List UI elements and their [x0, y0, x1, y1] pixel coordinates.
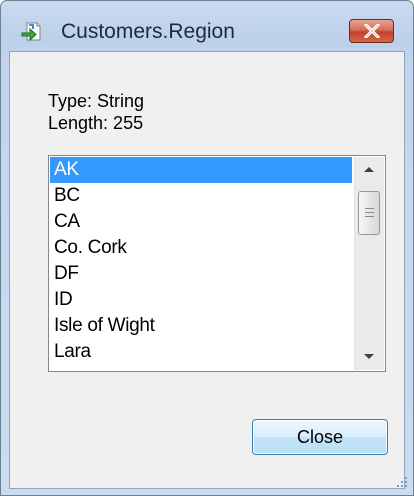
list-item[interactable]: Co. Cork — [50, 235, 352, 261]
close-x-icon — [364, 24, 380, 38]
list-item[interactable]: DF — [50, 261, 352, 287]
list-item[interactable]: CA — [50, 209, 352, 235]
list-items: AK BC CA Co. Cork DF ID Isle of Wight La… — [50, 157, 352, 365]
window-close-button[interactable] — [349, 19, 394, 43]
close-button[interactable]: Close — [252, 419, 388, 455]
list-item[interactable]: BC — [50, 183, 352, 209]
arrow-up-icon — [364, 167, 374, 172]
length-label: Length: 255 — [48, 113, 144, 133]
field-info: Type: String Length: 255 — [48, 90, 144, 134]
list-item[interactable]: AK — [50, 157, 352, 183]
scroll-down-button[interactable] — [355, 344, 384, 370]
type-label: Type: String — [48, 91, 145, 111]
list-item[interactable]: ID — [50, 287, 352, 313]
scroll-thumb[interactable] — [358, 191, 380, 235]
arrow-form-icon — [21, 21, 43, 43]
list-item[interactable]: Lara — [50, 339, 352, 365]
title-bar[interactable]: Customers.Region — [1, 1, 413, 45]
list-item[interactable]: Isle of Wight — [50, 313, 352, 339]
dialog-window: Customers.Region Type: String Length: 25… — [0, 0, 414, 496]
values-listbox[interactable]: AK BC CA Co. Cork DF ID Isle of Wight La… — [48, 155, 386, 372]
arrow-down-icon — [364, 354, 374, 359]
resize-grip-icon[interactable] — [391, 473, 409, 491]
vertical-scrollbar[interactable] — [354, 157, 384, 370]
scroll-up-button[interactable] — [355, 157, 384, 183]
grip-lines-icon — [365, 208, 374, 218]
window-title: Customers.Region — [61, 20, 235, 43]
dialog-content: Type: String Length: 255 AK BC CA Co. Co… — [9, 51, 405, 489]
